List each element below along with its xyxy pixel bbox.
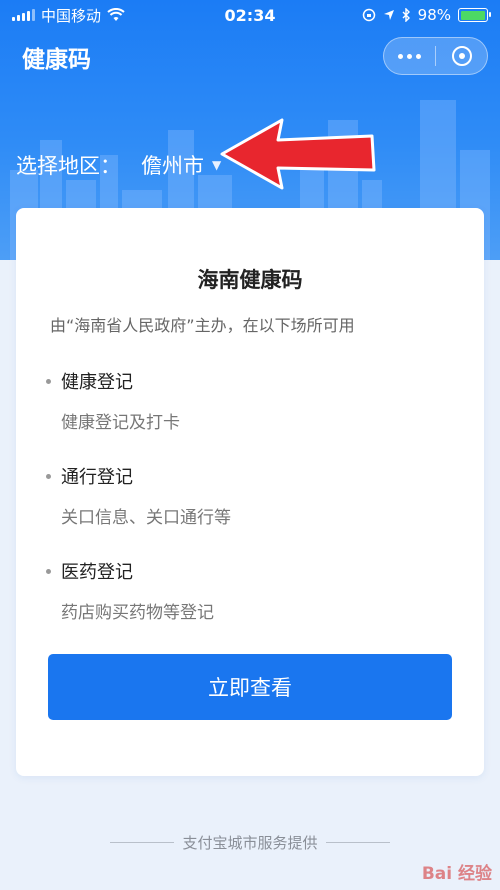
feature-title: 健康登记 [61,372,133,393]
feature-desc: 健康登记及打卡 [61,413,180,433]
card-subtitle: 由“海南省人民政府”主办，在以下场所可用 [50,316,355,335]
region-selector[interactable]: 选择地区： 儋州市 ▼ [16,150,221,180]
health-code-card: 海南健康码 由“海南省人民政府”主办，在以下场所可用 健康登记 健康登记及打卡 … [16,208,484,776]
more-dots-icon [398,53,403,59]
clock-time: 02:34 [224,5,276,25]
carrier-name: 中国移动 [41,6,102,25]
footer-text: 支付宝城市服务提供 [182,834,318,852]
status-bar: 中国移动 02:34 98% [0,0,500,30]
feature-item: 通行登记 关口信息、关口通行等 [46,463,231,528]
close-button[interactable] [436,45,487,67]
location-arrow-icon [383,10,394,20]
battery-icon [458,8,491,22]
feature-item: 健康登记 健康登记及打卡 [46,368,180,433]
view-now-button[interactable]: 立即查看 [48,654,452,720]
bluetooth-icon [402,8,410,22]
watermark-text: Bai 经验 [421,864,492,884]
bullet-icon [46,473,51,479]
more-options-button[interactable] [384,53,435,59]
signal-strength-icon [12,9,35,21]
mini-program-capsule [383,37,488,75]
region-value[interactable]: 儋州市 [141,150,204,180]
bullet-icon [46,568,51,574]
card-title: 海南健康码 [197,268,303,292]
region-label: 选择地区： [16,154,121,178]
orientation-lock-icon [362,8,375,22]
bullet-icon [46,378,51,384]
feature-item: 医药登记 药店购买药物等登记 [46,558,214,623]
footer: 支付宝城市服务提供 [0,832,500,853]
footer-divider [110,842,175,843]
feature-title: 通行登记 [61,467,133,488]
feature-title: 医药登记 [61,562,133,583]
wifi-icon [107,8,125,21]
page-title: 健康码 [22,47,91,73]
footer-divider [325,842,390,843]
close-icon [451,46,472,66]
feature-desc: 药店购买药物等登记 [61,603,214,623]
annotation-arrow-icon [220,118,376,190]
battery-percent: 98% [417,6,451,24]
feature-desc: 关口信息、关口通行等 [61,508,231,528]
